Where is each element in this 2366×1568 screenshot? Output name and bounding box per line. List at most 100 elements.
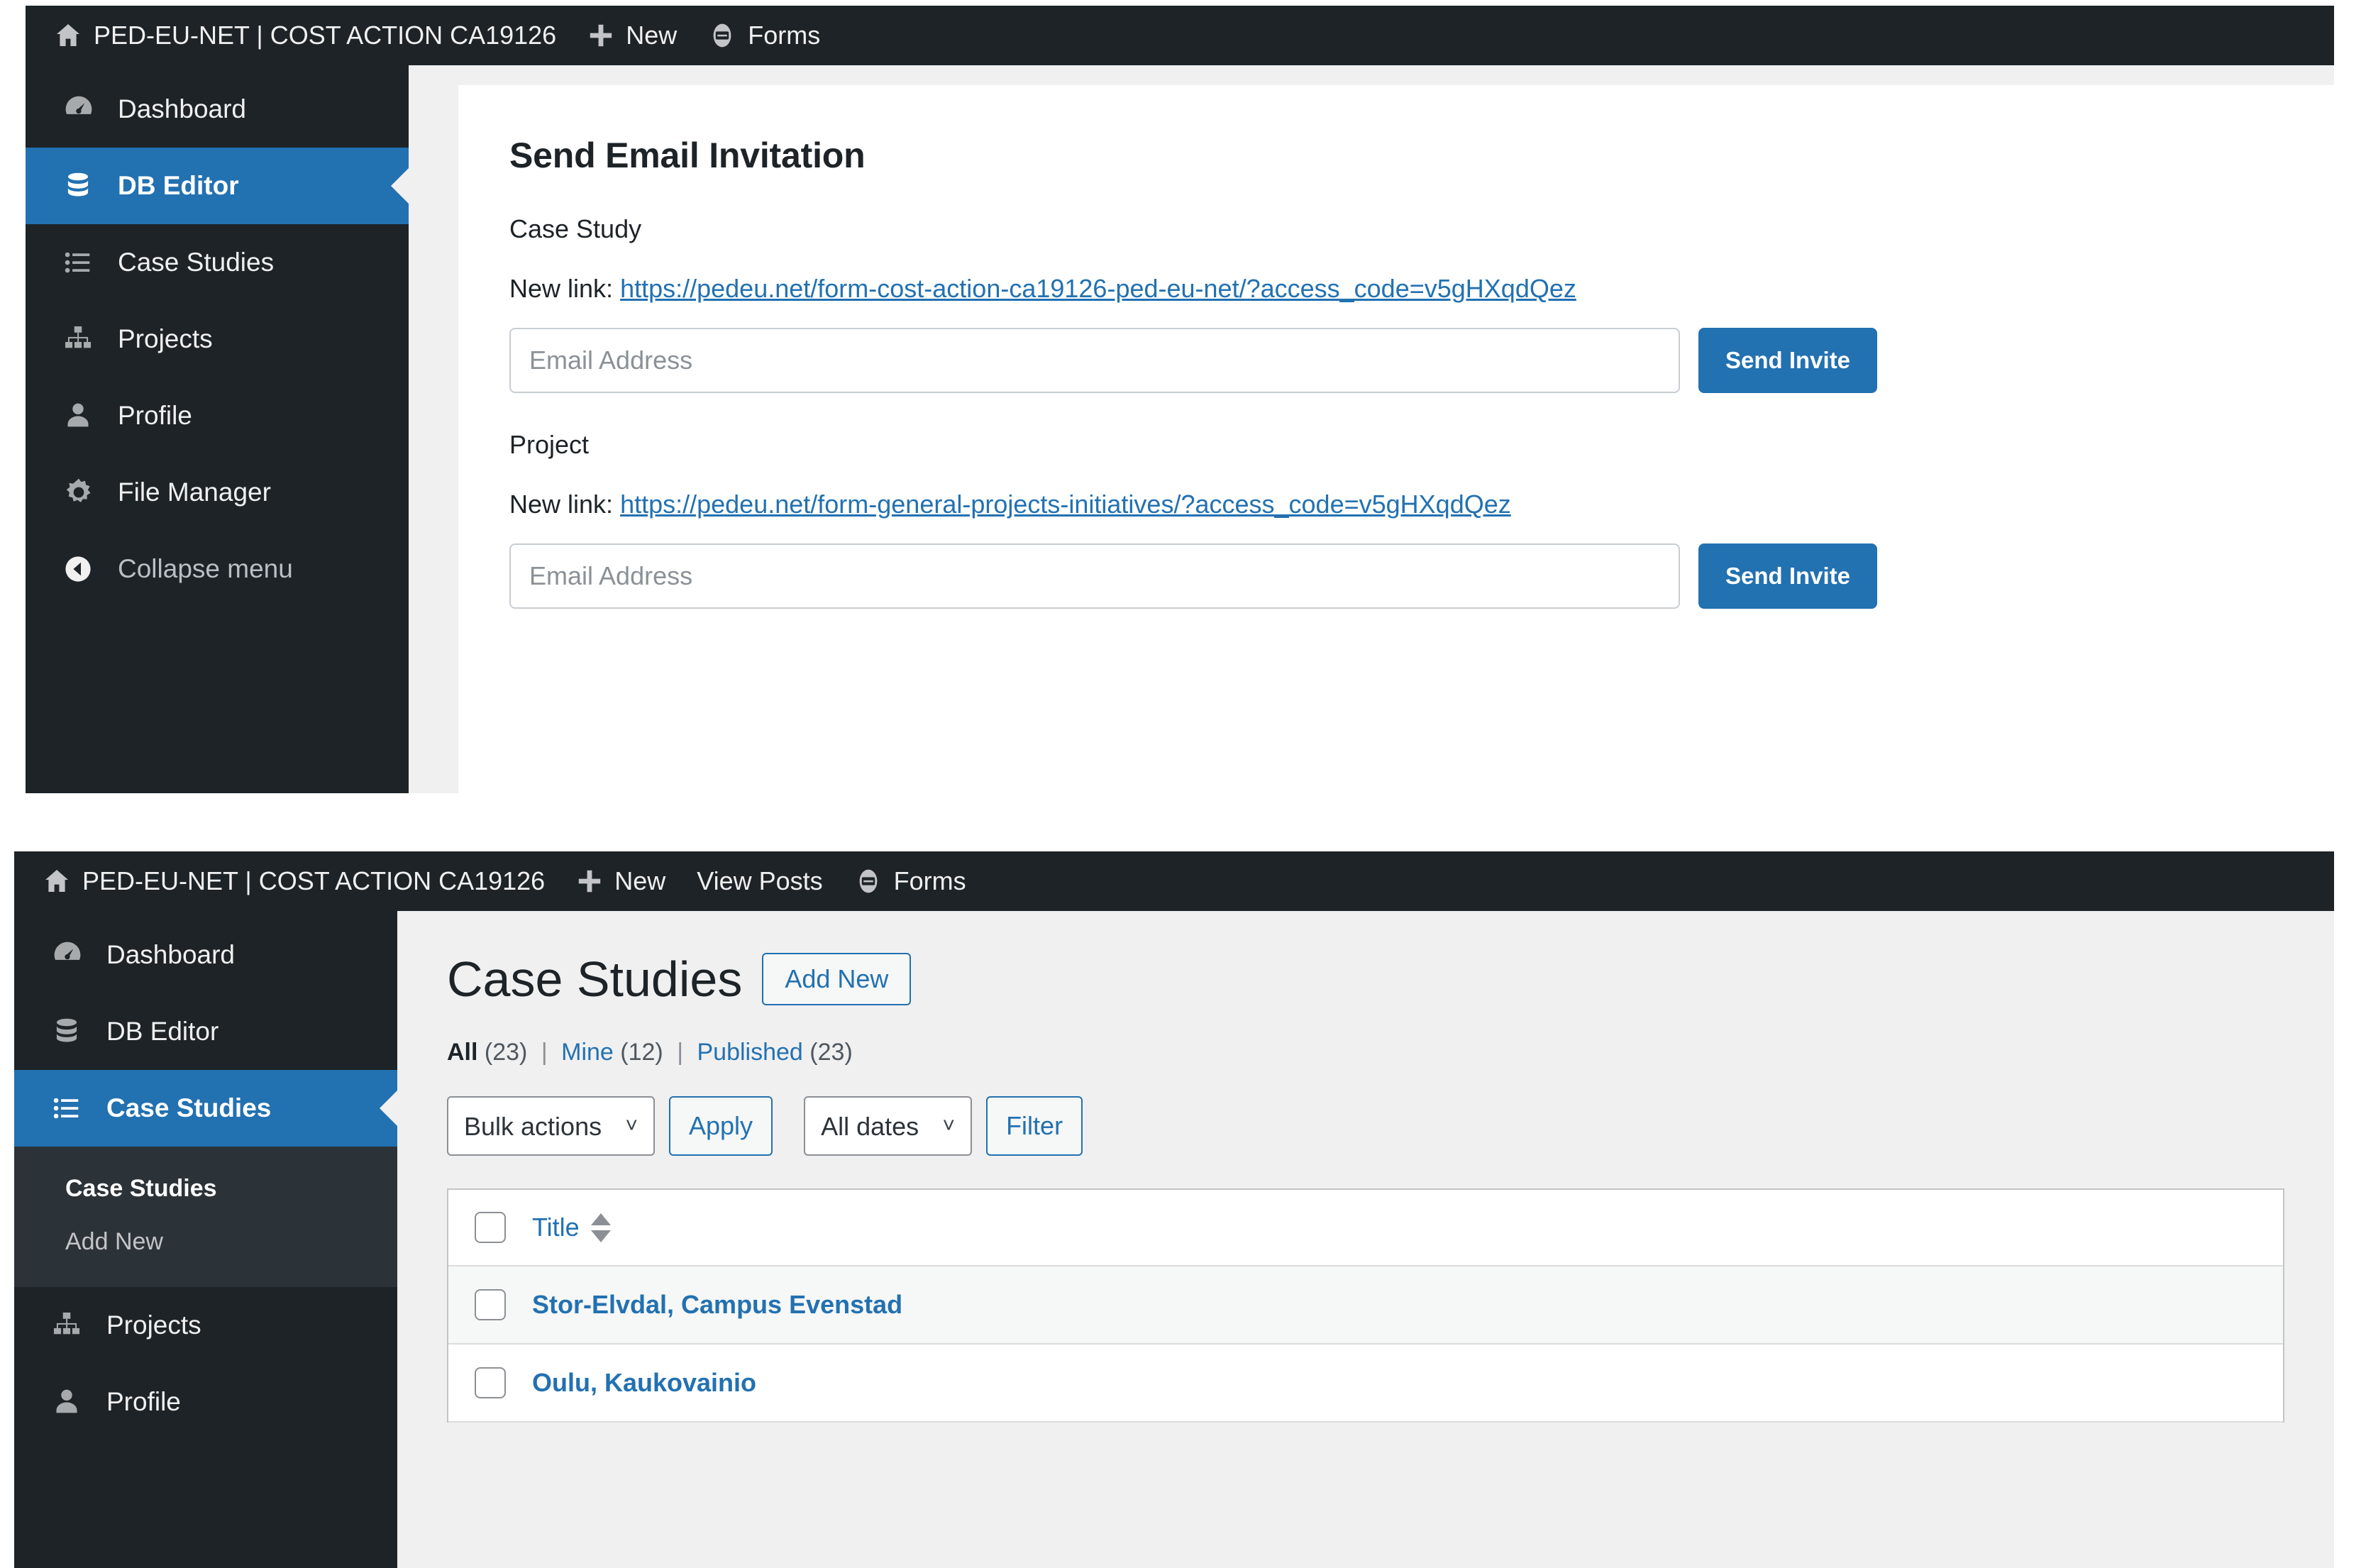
sidebar-item-dashboard[interactable]: Dashboard — [14, 917, 397, 993]
sitemap-icon — [51, 1310, 89, 1341]
sitemap-icon — [62, 324, 101, 355]
sidebar-item-label: Dashboard — [118, 94, 246, 124]
filter-count-mine: (12) — [620, 1039, 663, 1066]
sidebar-item-db-editor[interactable]: DB Editor — [14, 993, 397, 1070]
sidebar-item-case-studies[interactable]: Case Studies — [14, 1070, 397, 1147]
sidebar-item-case-studies[interactable]: Case Studies — [26, 224, 409, 301]
view-filter-links: All (23) | Mine (12) | Published (23) — [447, 1039, 2334, 1066]
submenu-item-case-studies[interactable]: Case Studies — [14, 1162, 397, 1215]
view-posts-label: View Posts — [697, 866, 822, 896]
forms-label: Forms — [748, 21, 820, 50]
sidebar-item-label: DB Editor — [118, 171, 239, 201]
filter-count-all: (23) — [485, 1039, 527, 1066]
filter-link-all[interactable]: All — [447, 1039, 477, 1066]
case-study-send-invite-button[interactable]: Send Invite — [1698, 328, 1877, 393]
project-send-invite-button[interactable]: Send Invite — [1698, 543, 1877, 609]
case-study-newlink-row: New link: https://pedeu.net/form-cost-ac… — [509, 274, 2334, 304]
case-study-invite-section: Case Study New link: https://pedeu.net/f… — [509, 214, 2334, 393]
sidebar-item-label: Dashboard — [106, 940, 235, 970]
sidebar-item-projects[interactable]: Projects — [26, 301, 409, 377]
site-name-menu[interactable]: PED-EU-NET | COST ACTION CA19126 — [43, 866, 545, 896]
admin-sidebar-top: Dashboard DB Editor — [26, 65, 409, 793]
new-label: New — [626, 21, 677, 50]
sidebar-item-label: Projects — [106, 1310, 201, 1340]
case-study-email-input[interactable] — [509, 328, 1680, 393]
case-study-invite-link[interactable]: https://pedeu.net/form-cost-action-ca191… — [620, 274, 1576, 303]
home-icon — [43, 867, 71, 895]
admin-bar-bottom: PED-EU-NET | COST ACTION CA19126 New Vie… — [14, 851, 2334, 911]
sidebar-item-label: File Manager — [118, 477, 271, 507]
bulk-actions-select[interactable]: Bulk actions — [447, 1096, 655, 1156]
sort-indicator-icon[interactable] — [591, 1213, 611, 1242]
case-study-invite-row: Send Invite — [509, 328, 2334, 393]
project-invite-section: Project New link: https://pedeu.net/form… — [509, 430, 2334, 609]
sidebar-item-profile[interactable]: Profile — [26, 377, 409, 454]
sidebar-item-file-manager[interactable]: File Manager — [26, 454, 409, 531]
column-header-title[interactable]: Title — [532, 1213, 611, 1242]
select-all-checkbox[interactable] — [475, 1212, 506, 1243]
case-study-title-link[interactable]: Oulu, Kaukovainio — [532, 1368, 756, 1398]
row-checkbox[interactable] — [475, 1289, 506, 1320]
submenu-item-add-new[interactable]: Add New — [14, 1215, 397, 1269]
sidebar-item-label: Case Studies — [106, 1093, 271, 1123]
project-newlink-row: New link: https://pedeu.net/form-general… — [509, 490, 2334, 519]
dashboard-icon — [51, 939, 89, 971]
database-icon — [51, 1016, 89, 1047]
new-content-menu[interactable]: New — [587, 21, 677, 50]
dates-filter-wrap: All dates ˅ — [804, 1096, 972, 1156]
sidebar-item-label: Profile — [118, 401, 192, 431]
forms-menu[interactable]: Forms — [854, 866, 966, 896]
table-header-row: Title — [448, 1190, 2283, 1266]
case-studies-admin-panel: PED-EU-NET | COST ACTION CA19126 New Vie… — [14, 851, 2334, 1568]
project-invite-row: Send Invite — [509, 543, 2334, 609]
project-invite-link[interactable]: https://pedeu.net/form-general-projects-… — [620, 490, 1511, 519]
project-label: Project — [509, 430, 2334, 460]
plus-icon — [576, 868, 603, 895]
row-title-cell: Stor-Elvdal, Campus Evenstad — [532, 1290, 902, 1320]
row-select-cell — [448, 1289, 532, 1320]
filter-count-published: (23) — [809, 1039, 852, 1066]
new-content-menu[interactable]: New — [576, 866, 665, 896]
db-editor-admin-panel: PED-EU-NET | COST ACTION CA19126 New For… — [26, 6, 2334, 793]
case-studies-submenu: Case Studies Add New — [14, 1147, 397, 1287]
site-name-menu[interactable]: PED-EU-NET | COST ACTION CA19126 — [54, 21, 556, 50]
admin-sidebar-bottom: Dashboard DB Editor — [14, 911, 397, 1568]
send-email-invitation-card: Send Email Invitation Case Study New lin… — [458, 85, 2334, 793]
site-title: PED-EU-NET | COST ACTION CA19126 — [82, 866, 545, 896]
filter-link-published[interactable]: Published — [697, 1039, 803, 1066]
sidebar-item-dashboard[interactable]: Dashboard — [26, 71, 409, 148]
forms-icon — [854, 867, 883, 895]
filter-separator: | — [541, 1039, 548, 1066]
page-header: Case Studies Add New — [447, 951, 2334, 1007]
sidebar-item-db-editor[interactable]: DB Editor — [26, 148, 409, 224]
view-posts-menu[interactable]: View Posts — [697, 866, 822, 896]
filter-link-mine[interactable]: Mine — [561, 1039, 614, 1066]
table-row: Stor-Elvdal, Campus Evenstad — [448, 1266, 2283, 1345]
sidebar-item-profile[interactable]: Profile — [14, 1364, 397, 1440]
sidebar-item-label: Collapse menu — [118, 554, 293, 584]
filter-button[interactable]: Filter — [986, 1096, 1083, 1156]
filter-separator: | — [677, 1039, 683, 1066]
project-email-input[interactable] — [509, 543, 1680, 609]
dates-filter-select[interactable]: All dates — [804, 1096, 972, 1156]
sidebar-item-label: Case Studies — [118, 248, 274, 277]
case-studies-list-page: Case Studies Add New All (23) | Mine (12… — [397, 911, 2334, 1423]
collapse-menu-button[interactable]: Collapse menu — [26, 531, 409, 607]
list-icon — [51, 1093, 89, 1124]
content-area-bottom: Case Studies Add New All (23) | Mine (12… — [397, 911, 2334, 1568]
add-new-button[interactable]: Add New — [762, 953, 911, 1005]
apply-button[interactable]: Apply — [669, 1096, 773, 1156]
plus-icon — [587, 22, 614, 49]
collapse-icon — [62, 553, 101, 585]
sidebar-item-label: Projects — [118, 324, 213, 354]
sidebar-item-projects[interactable]: Projects — [14, 1287, 397, 1364]
gear-icon — [62, 476, 101, 509]
forms-menu[interactable]: Forms — [708, 21, 820, 50]
column-header-title-label: Title — [532, 1213, 580, 1242]
row-checkbox[interactable] — [475, 1367, 506, 1398]
sidebar-item-label: Profile — [106, 1387, 181, 1417]
home-icon — [54, 21, 82, 50]
case-study-title-link[interactable]: Stor-Elvdal, Campus Evenstad — [532, 1290, 902, 1320]
row-select-cell — [448, 1367, 532, 1398]
page-title: Send Email Invitation — [509, 135, 2334, 176]
